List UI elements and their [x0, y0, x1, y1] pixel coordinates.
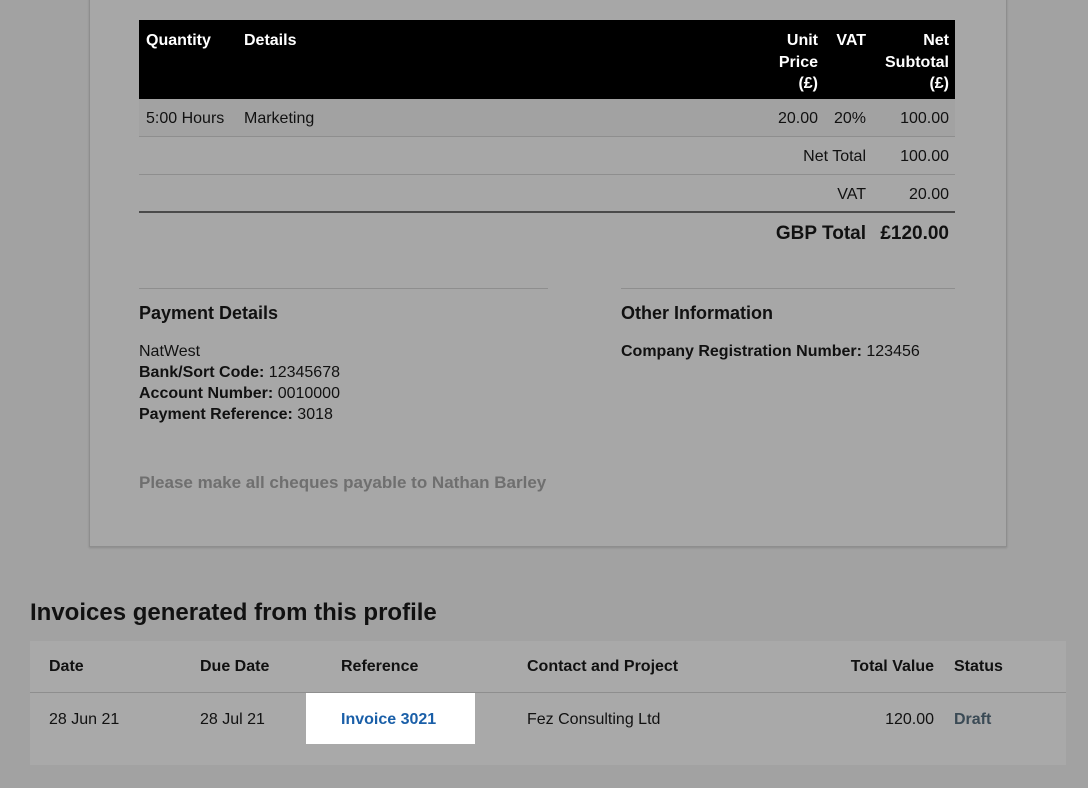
line-item-unit-price: 20.00: [777, 110, 818, 127]
column-due-date: Due Date: [200, 658, 270, 675]
column-status: Status: [954, 658, 1003, 675]
other-information-block: Company Registration Number: 123456: [621, 341, 920, 362]
generated-invoices-table: Date Due Date Reference Contact and Proj…: [30, 641, 1066, 765]
header-net-subtotal-line-1: Net: [923, 32, 949, 49]
header-vat: VAT: [836, 32, 866, 49]
line-item-row: 5:00 Hours Marketing 20.00 20% 100.00: [139, 99, 955, 137]
payment-reference-value: 3018: [297, 406, 333, 423]
line-item-details: Marketing: [244, 110, 315, 127]
account-number-value: 0010000: [277, 385, 340, 402]
net-total-row: Net Total 100.00: [139, 137, 955, 175]
cheque-note: Please make all cheques payable to Natha…: [139, 473, 547, 492]
header-unit-price: Unit Price (£): [779, 30, 818, 95]
line-item-quantity: 5:00 Hours: [146, 110, 225, 127]
account-number-line: Account Number: 0010000: [139, 383, 340, 404]
invoice-date: 28 Jun 21: [49, 711, 120, 728]
other-info-divider: [621, 288, 955, 289]
vat-total-label: VAT: [837, 186, 866, 203]
sort-code-line: Bank/Sort Code: 12345678: [139, 362, 340, 383]
vat-total-value: 20.00: [908, 186, 949, 203]
table-row[interactable]: 28 Jun 21 28 Jul 21 Invoice 3021 Fez Con…: [30, 693, 1066, 745]
column-reference: Reference: [341, 658, 419, 675]
payment-reference-line: Payment Reference: 3018: [139, 404, 340, 425]
invoice-due-date: 28 Jul 21: [200, 711, 265, 728]
other-information-title: Other Information: [621, 303, 773, 323]
status-badge: Draft: [954, 711, 992, 728]
column-contact-project: Contact and Project: [527, 658, 679, 675]
net-total-value: 100.00: [900, 148, 949, 165]
generated-invoices-header: Date Due Date Reference Contact and Proj…: [30, 641, 1066, 693]
company-registration-line: Company Registration Number: 123456: [621, 341, 920, 362]
company-registration-value: 123456: [866, 343, 920, 360]
payment-reference-label: Payment Reference:: [139, 406, 293, 423]
items-table-header: Quantity Details Unit Price (£) VAT Net …: [139, 20, 955, 99]
gbp-total-label: GBP Total: [775, 223, 866, 244]
invoice-reference-link[interactable]: Invoice 3021: [341, 711, 436, 729]
header-details: Details: [244, 32, 297, 49]
sort-code-label: Bank/Sort Code:: [139, 364, 265, 381]
header-net-subtotal: Net Subtotal (£): [885, 30, 949, 95]
bank-name: NatWest: [139, 343, 201, 360]
column-date: Date: [49, 658, 84, 675]
net-total-label: Net Total: [803, 148, 866, 165]
gbp-total-value: £120.00: [880, 223, 949, 244]
payment-details-title: Payment Details: [139, 303, 279, 323]
payment-divider: [139, 288, 548, 289]
line-item-vat: 20%: [833, 110, 866, 127]
header-net-subtotal-line-3: (£): [929, 75, 949, 92]
invoice-total-value: 120.00: [885, 711, 934, 728]
invoice-contact: Fez Consulting Ltd: [527, 711, 661, 728]
header-unit-price-line-2: Price: [778, 53, 818, 71]
account-number-label: Account Number:: [139, 385, 274, 402]
payment-details-block: NatWest Bank/Sort Code: 12345678 Account…: [139, 341, 340, 425]
header-quantity: Quantity: [146, 32, 211, 49]
header-unit-price-line-1: Unit: [786, 32, 818, 49]
sort-code-value: 12345678: [268, 364, 340, 381]
column-total-value: Total Value: [850, 658, 934, 675]
vat-total-row: VAT 20.00: [139, 175, 955, 213]
company-registration-label: Company Registration Number:: [621, 343, 862, 360]
header-unit-price-line-3: (£): [798, 75, 818, 92]
generated-invoices-heading: Invoices generated from this profile: [30, 599, 437, 626]
header-net-subtotal-line-2: Subtotal: [885, 53, 949, 71]
line-item-net-subtotal: 100.00: [900, 110, 949, 127]
gbp-total-row: GBP Total £120.00: [139, 213, 955, 253]
